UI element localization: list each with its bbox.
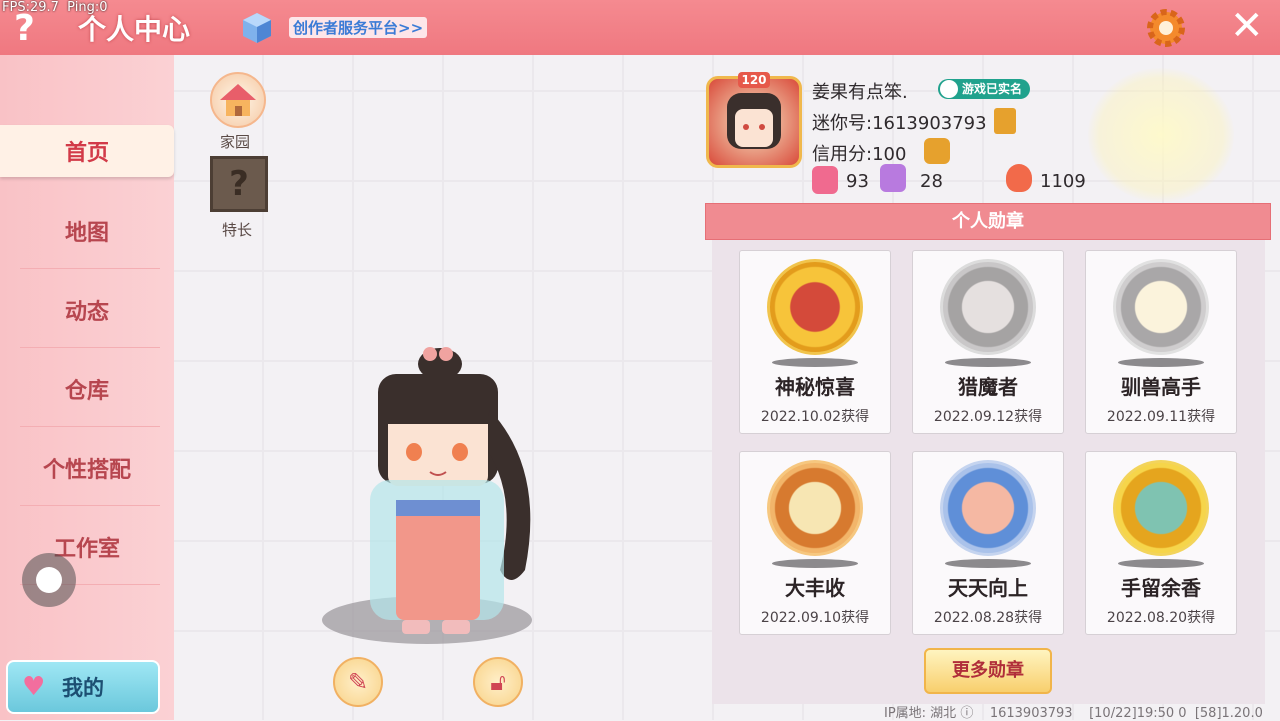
plus-badge-icon	[812, 166, 838, 194]
assistive-touch-dot	[36, 567, 62, 593]
credit-person-icon[interactable]	[924, 138, 950, 164]
medal-section-header: 个人勋章	[705, 203, 1271, 240]
gear-icon[interactable]	[1144, 6, 1188, 50]
sidebar-item-storage[interactable]: 仓库	[0, 351, 174, 427]
heart-icon: ♥	[22, 672, 46, 702]
page-title: 个人中心	[78, 13, 191, 46]
medal-card[interactable]: 大丰收 2022.09.10获得	[739, 451, 891, 635]
talent-icon[interactable]: ?	[210, 156, 268, 212]
medal-name: 驯兽高手	[1121, 375, 1201, 399]
beast-medal-icon	[1113, 259, 1209, 355]
medal-date: 2022.09.12获得	[933, 409, 1043, 425]
my-button-label: 我的	[62, 676, 104, 700]
edit-icon[interactable]: ✎	[333, 657, 383, 707]
credit-score: 信用分:100	[812, 144, 907, 165]
character-model	[370, 347, 531, 634]
medal-panel: 神秘惊喜 2022.10.02获得 猎魔者 2022.09.12获得 驯兽高手 …	[712, 240, 1265, 704]
sidebar-item-feed[interactable]: 动态	[0, 272, 174, 348]
gift-medal-icon	[767, 259, 863, 355]
medal-name: 大丰收	[785, 576, 845, 600]
calendar-medal-icon	[940, 460, 1036, 556]
more-medals-button[interactable]: 更多勋章	[924, 648, 1052, 694]
medal-name: 手留余香	[1121, 576, 1201, 600]
medal-card[interactable]: 神秘惊喜 2022.10.02获得	[739, 250, 891, 434]
sidebar: 首页 地图 动态 仓库 个性搭配 工作室	[0, 55, 174, 720]
home-label: 家园	[220, 133, 251, 151]
harvest-medal-icon	[767, 460, 863, 556]
sidebar-item-label: 仓库	[64, 379, 109, 404]
top-bar	[0, 0, 1280, 55]
sidebar-item-map[interactable]: 地图	[0, 193, 174, 269]
home-icon[interactable]	[210, 72, 266, 128]
sidebar-item-label: 首页	[64, 141, 109, 166]
medal-name: 神秘惊喜	[775, 375, 855, 399]
stat-value: 28	[920, 171, 943, 192]
verified-icon	[940, 80, 958, 98]
medal-card[interactable]: 天天向上 2022.08.28获得	[912, 451, 1064, 635]
creator-platform-link[interactable]: 创作者服务平台>>	[289, 17, 428, 38]
player-name: 姜果有点笨.	[812, 82, 908, 103]
sidebar-item-label: 动态	[64, 300, 109, 325]
cube-icon	[243, 13, 271, 43]
footer-info: IP属地: 湖北 ⓘ 1613903793 [10/22]19:50 0 [58…	[884, 706, 1263, 721]
mini-id: 迷你号:1613903793	[812, 113, 987, 134]
sidebar-item-home[interactable]: 首页	[0, 125, 174, 177]
medal-name: 猎魔者	[958, 375, 1018, 399]
sidebar-item-label: 地图	[64, 221, 109, 246]
flame-icon	[1006, 164, 1032, 192]
talent-label: 特长	[222, 221, 253, 239]
medal-date: 2022.09.10获得	[760, 610, 870, 626]
medal-date: 2022.10.02获得	[760, 409, 870, 425]
avatar[interactable]	[706, 76, 802, 168]
unlock-icon[interactable]: 🔓︎	[473, 657, 523, 707]
cheer-icon	[880, 164, 906, 192]
medal-card[interactable]: 手留余香 2022.08.20获得	[1085, 451, 1237, 635]
medal-name: 天天向上	[948, 576, 1028, 600]
copy-icon[interactable]	[994, 108, 1016, 134]
medal-date: 2022.08.20获得	[1106, 610, 1216, 626]
medal-card[interactable]: 驯兽高手 2022.09.11获得	[1085, 250, 1237, 434]
sidebar-item-label: 个性搭配	[42, 458, 131, 483]
flower-medal-icon	[1113, 460, 1209, 556]
stat-value: 93	[846, 171, 869, 192]
medal-card[interactable]: 猎魔者 2022.09.12获得	[912, 250, 1064, 434]
swords-medal-icon	[940, 259, 1036, 355]
medal-date: 2022.09.11获得	[1106, 409, 1216, 425]
stat-value: 1109	[1040, 171, 1086, 192]
level-badge: 120	[738, 72, 770, 88]
sidebar-item-outfit[interactable]: 个性搭配	[0, 430, 174, 506]
medal-date: 2022.08.28获得	[933, 610, 1043, 626]
glow-effect	[1088, 68, 1234, 202]
close-icon[interactable]: ✕	[1230, 4, 1264, 48]
